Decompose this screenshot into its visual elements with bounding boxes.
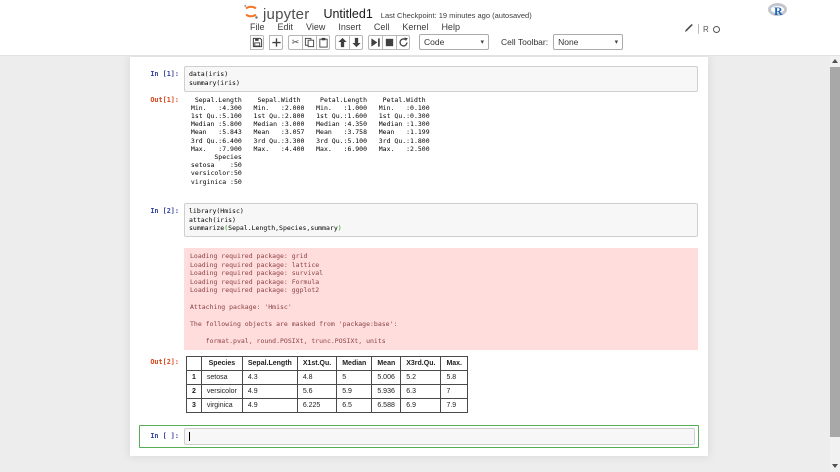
code-line: data(iris) — [189, 70, 693, 79]
jupyter-logo-word[interactable]: jupyter — [263, 6, 309, 23]
output-prompt-empty — [140, 237, 184, 241]
copy-cell-button[interactable] — [302, 35, 316, 50]
cell-type-dropdown[interactable]: Code ▾ — [419, 34, 489, 50]
divider — [698, 24, 699, 34]
code-input-area[interactable] — [184, 428, 695, 445]
output-prompt: Out[1]: — [140, 92, 184, 104]
code-line: attach(iris) — [189, 216, 693, 225]
code-cell-3-selected[interactable]: In [ ]: — [139, 425, 699, 448]
scrollbar-down-icon[interactable] — [832, 464, 838, 468]
code-cell-1[interactable]: In [1]: data(iris) summary(iris) Out[1]:… — [139, 63, 699, 191]
html-table-output: Species Sepal.Length X1st.Qu. Median Mea… — [184, 354, 468, 413]
menu-cell[interactable]: Cell — [374, 22, 390, 32]
jupyter-notebook-app: jupyter Untitled1 Last Checkpoint: 19 mi… — [0, 0, 840, 472]
input-prompt: In [1]: — [140, 66, 184, 78]
cell-toolbar-dropdown[interactable]: None ▾ — [553, 34, 623, 50]
col-header: Sepal.Length — [242, 356, 297, 370]
menu-help[interactable]: Help — [441, 22, 460, 32]
code-input-area[interactable]: data(iris) summary(iris) — [184, 66, 698, 92]
table-row: 1 setosa 4.3 4.8 5 5.006 5.2 5.8 — [187, 370, 468, 384]
input-prompt: In [2]: — [140, 203, 184, 215]
paste-cell-button[interactable] — [316, 35, 330, 50]
col-header: Median — [337, 356, 372, 370]
restart-kernel-button[interactable] — [396, 35, 410, 50]
toolbar: ✂ — [250, 34, 623, 50]
table-row: 3 virginica 4.9 6.225 6.5 6.588 6.9 7.9 — [187, 398, 468, 412]
menu-insert[interactable]: Insert — [338, 22, 361, 32]
text-output: Sepal.Length Sepal.Width Petal.Length Pe… — [184, 92, 437, 188]
checkpoint-status: Last Checkpoint: 19 minutes ago (autosav… — [381, 11, 532, 20]
cell-type-value: Code — [424, 37, 444, 47]
text-cursor — [189, 432, 190, 441]
code-cell-2[interactable]: In [2]: library(Hmisc) attach(iris) summ… — [139, 200, 699, 416]
code-line — [189, 432, 690, 441]
menu-edit[interactable]: Edit — [278, 22, 294, 32]
menubar: File Edit View Insert Cell Kernel Help — [250, 22, 460, 32]
kernel-name-label: R — [703, 25, 709, 34]
menu-file[interactable]: File — [250, 22, 265, 32]
run-cell-button[interactable] — [368, 35, 382, 50]
mode-indicator: R — [684, 23, 720, 35]
scrollbar-up-icon[interactable] — [832, 59, 838, 63]
header: jupyter Untitled1 Last Checkpoint: 19 mi… — [0, 0, 840, 56]
matching-bracket: ) — [338, 224, 342, 232]
notebook-title[interactable]: Untitled1 — [323, 7, 372, 21]
menu-view[interactable]: View — [306, 22, 325, 32]
menu-kernel[interactable]: Kernel — [402, 22, 428, 32]
col-header: Species — [201, 356, 242, 370]
cell-toolbar-value: None — [558, 37, 578, 47]
cut-icon: ✂ — [292, 38, 300, 47]
scrollbar-thumb[interactable] — [830, 67, 840, 437]
code-line: summary(iris) — [189, 79, 693, 88]
cut-cell-button[interactable]: ✂ — [288, 35, 302, 50]
stderr-output: Loading required package: grid Loading r… — [184, 248, 698, 350]
code-line: summarize(Sepal.Length,Species,summary) — [189, 224, 693, 233]
move-cell-up-button[interactable] — [335, 35, 349, 50]
insert-cell-below-button[interactable] — [269, 35, 283, 50]
code-input-area[interactable]: library(Hmisc) attach(iris) summarize(Se… — [184, 203, 698, 237]
chevron-down-icon: ▾ — [615, 38, 619, 46]
code-line: library(Hmisc) — [189, 207, 693, 216]
input-prompt: In [ ]: — [140, 428, 184, 440]
interrupt-kernel-button[interactable] — [382, 35, 396, 50]
table-header-row: Species Sepal.Length X1st.Qu. Median Mea… — [187, 356, 468, 370]
output-prompt: Out[2]: — [140, 354, 184, 366]
save-button[interactable] — [250, 35, 264, 50]
kernel-idle-icon — [713, 26, 720, 33]
chevron-down-icon: ▾ — [480, 38, 484, 46]
dataframe-table: Species Sepal.Length X1st.Qu. Median Mea… — [186, 356, 468, 413]
vertical-scrollbar[interactable] — [830, 56, 840, 472]
table-row: 2 versicolor 4.9 5.6 5.9 5.936 6.3 7 — [187, 384, 468, 398]
r-logo-letter: R — [774, 4, 783, 19]
col-header: X1st.Qu. — [297, 356, 336, 370]
col-header — [187, 356, 202, 370]
cell-toolbar-label: Cell Toolbar: — [501, 37, 548, 47]
r-kernel-logo: R — [766, 2, 790, 19]
col-header: Mean — [372, 356, 401, 370]
notebook-panel: In [1]: data(iris) summary(iris) Out[1]:… — [0, 56, 840, 472]
move-cell-down-button[interactable] — [349, 35, 363, 50]
col-header: Max. — [441, 356, 468, 370]
col-header: X3rd.Qu. — [401, 356, 441, 370]
notebook-container: In [1]: data(iris) summary(iris) Out[1]:… — [130, 57, 708, 456]
pencil-icon — [684, 20, 694, 38]
